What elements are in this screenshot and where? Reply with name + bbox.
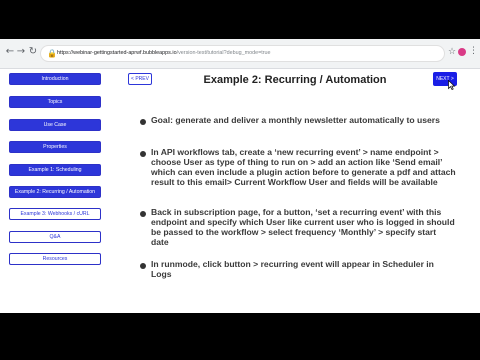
sidebar-item-topics[interactable]: Topics <box>9 96 101 108</box>
reload-icon[interactable]: ↻ <box>27 46 39 58</box>
bullet-marker <box>140 151 146 157</box>
sidebar-item-example-1[interactable]: Example 1: Scheduling <box>9 164 101 176</box>
lock-icon: 🔒 <box>47 49 57 58</box>
sidebar-item-qa[interactable]: Q&A <box>9 231 101 243</box>
bullet-text: Goal: generate and deliver a monthly new… <box>151 115 440 125</box>
forward-arrow-icon[interactable]: → <box>15 46 27 58</box>
prev-button[interactable]: < PREV <box>128 73 152 85</box>
bullet-marker <box>140 263 146 269</box>
bullet-marker <box>140 211 146 217</box>
sidebar-item-use-case[interactable]: Use Case <box>9 119 101 131</box>
bullet-marker <box>140 119 146 125</box>
address-bar[interactable]: 🔒 https://webinar-gettingstarted-aprwf.b… <box>40 45 445 62</box>
sidebar-item-example-2[interactable]: Example 2: Recurring / Automation <box>9 186 101 198</box>
sidebar-item-properties[interactable]: Properties <box>9 141 101 153</box>
url-text: https://webinar-gettingstarted-aprwf.bub… <box>57 50 271 56</box>
mouse-cursor-icon <box>448 80 456 90</box>
bullet-text: In runmode, click button > recurring eve… <box>151 259 434 279</box>
url-path: /version-test/tutorial?debug_mode=true <box>176 50 271 56</box>
sidebar-item-example-3[interactable]: Example 3: Webhooks / cURL <box>9 208 101 220</box>
url-host: https://webinar-gettingstarted-aprwf.bub… <box>57 50 177 56</box>
star-icon[interactable]: ☆ <box>448 47 456 57</box>
kebab-menu-icon[interactable]: ⋮ <box>469 46 478 56</box>
sidebar-item-introduction[interactable]: Introduction <box>9 73 101 85</box>
page-title: Example 2: Recurring / Automation <box>203 74 387 86</box>
bullet-text: In API workflows tab, create a ‘new recu… <box>151 147 456 187</box>
sidebar-item-resources[interactable]: Resources <box>9 253 101 265</box>
browser-toolbar: ← → ↻ 🔒 https://webinar-gettingstarted-a… <box>0 39 480 69</box>
profile-avatar[interactable] <box>458 48 466 56</box>
browser-window: ← → ↻ 🔒 https://webinar-gettingstarted-a… <box>0 39 480 313</box>
bullet-text: Back in subscription page, for a button,… <box>151 207 455 247</box>
